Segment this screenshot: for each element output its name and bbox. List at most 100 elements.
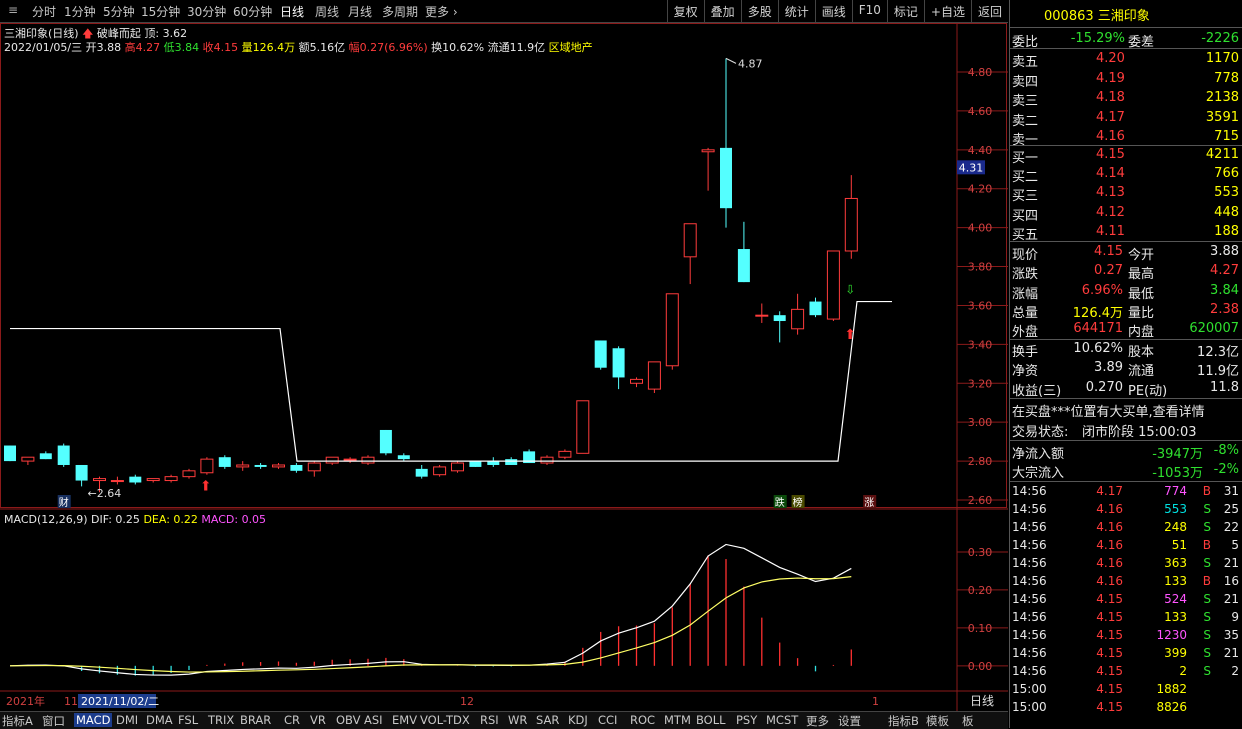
indicator-tab-1[interactable]: 窗口 (42, 713, 65, 729)
buy-arrow-icon: ⬆ (844, 327, 856, 343)
indicator-tab-12[interactable]: EMV (392, 713, 417, 727)
stat-value: 3.84 (1210, 282, 1239, 298)
indicator-tab-2[interactable]: MACD (74, 713, 113, 727)
tool-button-6[interactable]: 标记 (886, 0, 924, 22)
period-tab-8[interactable]: 月线 (348, 3, 372, 20)
ask-label: 卖四 (1012, 74, 1039, 90)
indicator-tab-4[interactable]: DMA (146, 713, 173, 727)
indicator-tab-14[interactable]: RSI (480, 713, 499, 727)
stat2-label: 换手 (1012, 345, 1039, 360)
current-price-tag-label: 4.31 (959, 161, 984, 174)
turnover-text: 换10.62% (431, 41, 485, 54)
candle (236, 461, 250, 471)
indicator-tab-24[interactable]: 更多 (806, 713, 829, 729)
tool-button-0[interactable]: 复权 (666, 0, 704, 22)
candle-body (75, 464, 88, 481)
indicator-tab-16[interactable]: SAR (536, 713, 559, 727)
chart-area[interactable]: 4.80 4.60 4.40 4.20 4.00 3.80 3.60 3.40 3.20 3.00… (0, 23, 1008, 711)
indicator-tab-11[interactable]: ASI (364, 713, 383, 727)
indicator-tab-28[interactable]: 板 (962, 713, 974, 729)
tick-side: B (1202, 574, 1211, 588)
tick-count: 35 (1223, 628, 1239, 642)
bid-price: 4.11 (1096, 223, 1125, 239)
tick-side: S (1203, 646, 1211, 660)
tick-row: 14:56 4.16 133 B 16 (1010, 573, 1242, 592)
period-tab-0[interactable]: 分时 (32, 3, 56, 20)
menu-icon[interactable]: ≡ (8, 3, 18, 17)
high-annotation: 4.87 (738, 57, 763, 70)
indicator-tab-0[interactable]: 指标A (2, 713, 33, 729)
indicator-tab-20[interactable]: MTM (664, 713, 691, 727)
stat-label: 最低 (1128, 286, 1155, 302)
indicator-tab-8[interactable]: CR (284, 713, 300, 727)
tool-button-8[interactable]: 返回 (970, 0, 1008, 22)
tick-volume: 524 (1164, 592, 1187, 606)
candle (182, 468, 196, 479)
tool-button-2[interactable]: 多股 (740, 0, 778, 22)
tool-button-7[interactable]: +自选 (923, 0, 971, 22)
indicator-tab-13[interactable]: VOL-TDX (420, 713, 470, 727)
period-tab-2[interactable]: 5分钟 (103, 3, 135, 20)
candle-body (307, 462, 321, 472)
bid-price: 4.13 (1096, 185, 1125, 201)
low-annotation: ←2.64 (88, 487, 122, 500)
period-tab-7[interactable]: 周线 (315, 3, 339, 20)
bid-row: 买一 4.15 4211 (1010, 146, 1242, 166)
open-text: 开3.88 (85, 41, 122, 54)
tick-price: 4.17 (1096, 484, 1123, 498)
ask-row: 卖四 4.19 778 (1010, 70, 1242, 90)
candle (110, 476, 124, 485)
period-tab-1[interactable]: 1分钟 (64, 3, 96, 20)
stat-label: 外盘 (1012, 325, 1039, 341)
indicator-tab-23[interactable]: MCST (766, 713, 798, 727)
stat-row: 现价 4.15 今开 3.88 (1010, 243, 1242, 263)
bang-marker-label: 榜 (793, 496, 803, 509)
candle-body (164, 476, 178, 482)
indicator-tab-7[interactable]: BRAR (240, 713, 271, 727)
indicator-tab-22[interactable]: PSY (736, 713, 757, 727)
bid-label: 买四 (1012, 208, 1039, 224)
tick-volume: 1882 (1156, 682, 1187, 696)
period-tab-4[interactable]: 30分钟 (187, 3, 226, 20)
big-order-notice[interactable]: 在买盘***位置有大买单,查看详情 (1012, 401, 1205, 420)
month-label: 12 (460, 695, 474, 708)
period-tab-5[interactable]: 60分钟 (233, 3, 272, 20)
candle (665, 293, 679, 370)
indicator-tab-17[interactable]: KDJ (568, 713, 588, 727)
indicator-tab-26[interactable]: 指标B (888, 713, 919, 729)
tick-row: 15:00 4.15 8826 (1010, 699, 1242, 718)
candle (129, 474, 142, 485)
indicator-tab-10[interactable]: OBV (336, 713, 360, 727)
tick-volume: 399 (1164, 646, 1187, 660)
stat2-label: 流通 (1128, 364, 1155, 380)
sector-text[interactable]: 区域地产 (549, 41, 593, 54)
indicator-tab-19[interactable]: ROC (630, 713, 655, 727)
tool-button-1[interactable]: 叠加 (703, 0, 741, 22)
indicator-tab-15[interactable]: WR (508, 713, 527, 727)
tool-button-3[interactable]: 统计 (777, 0, 815, 22)
period-tab-9[interactable]: 多周期 (382, 3, 418, 20)
indicator-tab-5[interactable]: FSL (178, 713, 198, 727)
tool-button-4[interactable]: 画线 (814, 0, 852, 22)
indicator-tab-27[interactable]: 模板 (926, 713, 949, 729)
period-tab-3[interactable]: 15分钟 (141, 3, 180, 20)
kline-chart[interactable]: 4.80 4.60 4.40 4.20 4.00 3.80 3.60 3.40 3.20 3.00… (0, 23, 1008, 711)
period-tab-10[interactable]: 更多 › (425, 3, 458, 20)
tick-time: 14:56 (1012, 520, 1047, 534)
indicator-tab-18[interactable]: CCI (598, 713, 617, 727)
indicator-tab-9[interactable]: VR (310, 713, 326, 727)
tick-volume: 133 (1164, 610, 1187, 624)
indicator-tab-25[interactable]: 设置 (838, 713, 861, 729)
period-tab-6[interactable]: 日线 (280, 3, 304, 20)
indicator-tab-3[interactable]: DMI (116, 713, 138, 727)
tick-volume: 133 (1164, 574, 1187, 588)
sell-arrow-icon: ⇩ (845, 283, 855, 297)
indicator-tab-6[interactable]: TRIX (208, 713, 234, 727)
candle (630, 377, 643, 388)
float-text: 流通11.9亿 (487, 41, 546, 54)
indicator-tab-21[interactable]: BOLL (696, 713, 726, 727)
candle (791, 293, 805, 335)
candle (21, 456, 35, 465)
candle (826, 250, 840, 322)
tool-button-5[interactable]: F10 (851, 0, 887, 22)
